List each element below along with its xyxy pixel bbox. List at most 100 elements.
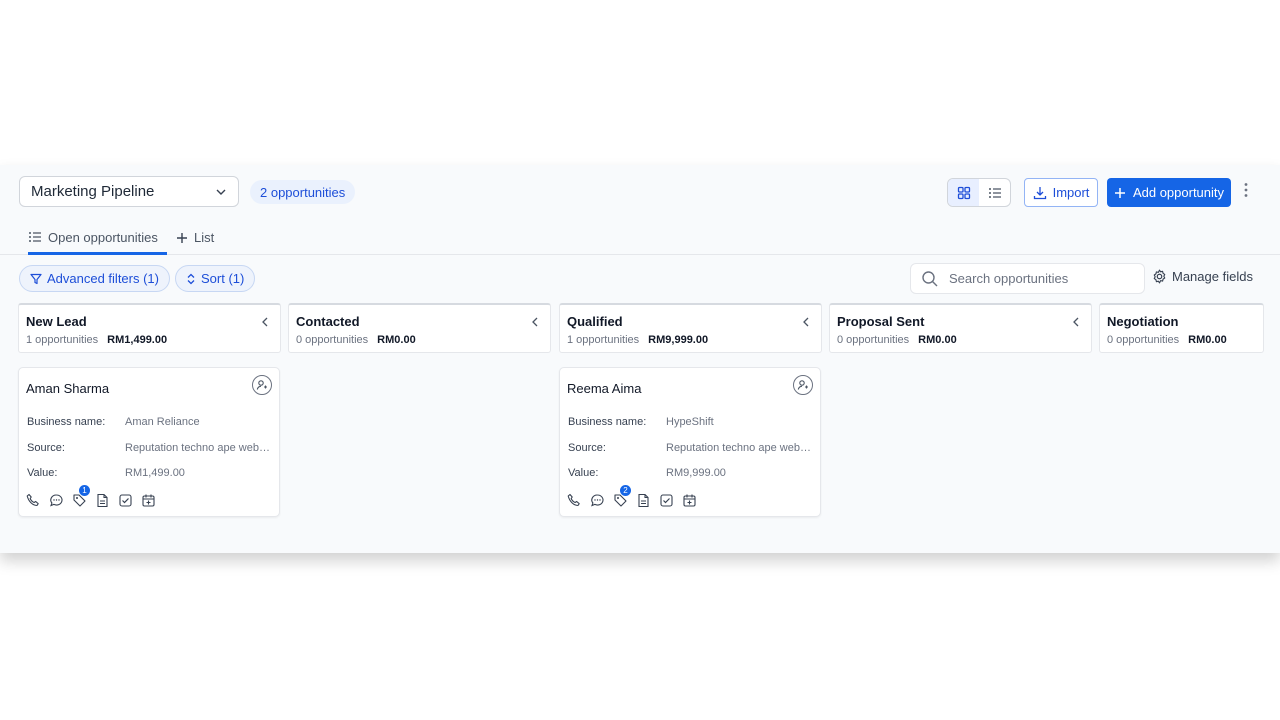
tab-label: Open opportunities [48,230,158,245]
field-label: Value: [568,467,599,479]
field-value: RM9,999.00 [666,467,726,479]
field-value: Reputation techno ape website [125,442,273,454]
import-button[interactable]: Import [1024,178,1098,207]
field-label: Source: [568,442,606,454]
opportunity-card[interactable]: Reema Aima Business name: HypeShift Sourc… [559,367,821,517]
column-count: 1 opportunities [567,334,640,346]
task-icon[interactable] [659,493,674,508]
business-row: Business name: Aman Reliance [27,416,273,428]
column-header-contacted: Contacted 0 opportunities RM0.00 [288,303,551,353]
field-label: Business name: [568,416,647,428]
sort-button[interactable]: Sort (1) [175,265,256,292]
tag-icon[interactable]: 2 [613,485,631,508]
column-value: RM0.00 [1188,334,1227,346]
advanced-filters-button[interactable]: Advanced filters (1) [19,265,170,292]
column-header-negotiation: Negotiation 0 opportunities RM0.00 [1099,303,1264,353]
column-header-proposal-sent: Proposal Sent 0 opportunities RM0.00 [829,303,1092,353]
search-input[interactable] [949,271,1129,286]
card-actions: 1 [26,485,156,508]
field-label: Business name: [27,416,106,428]
tab-bar: Open opportunities List [0,225,1280,255]
board-view-button[interactable] [948,179,979,206]
chat-icon[interactable] [49,493,64,508]
tag-count-badge: 1 [79,485,90,496]
add-opportunity-label: Add opportunity [1132,185,1225,200]
tag-icon[interactable]: 1 [72,485,90,508]
list-icon [29,232,41,242]
column-count: 0 opportunities [1107,334,1180,346]
opportunity-card[interactable]: Aman Sharma Business name: Aman Reliance … [18,367,280,517]
column-value: RM9,999.00 [648,334,709,346]
pipeline-board: Marketing Pipeline 2 opportunities Impor… [0,165,1280,553]
grid-icon [957,186,970,199]
plus-icon [177,233,187,243]
column-value: RM1,499.00 [107,334,168,346]
manage-fields-button[interactable]: Manage fields [1152,269,1253,284]
download-icon [1033,186,1046,199]
top-bar: Marketing Pipeline 2 opportunities Impor… [0,165,1280,225]
business-row: Business name: HypeShift [568,416,814,428]
field-value: RM1,499.00 [125,467,185,479]
column-title: Qualified [567,314,623,329]
tag-count-badge: 2 [620,485,631,496]
tab-label: List [194,230,215,245]
list-icon [988,187,1001,198]
column-header-qualified: Qualified 1 opportunities RM9,999.00 [559,303,822,353]
pipeline-select-value: Marketing Pipeline [31,183,155,200]
search-box [910,263,1145,294]
tab-add-list[interactable]: List [176,230,214,255]
plus-icon [1114,187,1125,198]
view-toggle [947,178,1011,207]
chevron-down-icon [214,185,228,199]
gear-icon [1153,269,1166,284]
column-count: 1 opportunities [26,334,99,346]
chevron-left-icon[interactable] [801,316,811,328]
search-icon [922,270,938,286]
field-value: Reputation techno ape website [666,442,814,454]
value-row: Value: RM1,499.00 [27,467,273,479]
filter-icon [30,273,42,284]
add-opportunity-button[interactable]: Add opportunity [1107,178,1231,207]
phone-icon[interactable] [567,493,582,508]
advanced-filters-label: Advanced filters (1) [47,271,159,286]
manage-fields-label: Manage fields [1172,269,1253,284]
column-title: Proposal Sent [837,314,925,329]
document-icon[interactable] [95,493,110,508]
chevron-left-icon[interactable] [530,316,540,328]
list-view-button[interactable] [979,179,1010,206]
sort-icon [187,273,195,284]
calendar-icon[interactable] [682,493,697,508]
column-header-new-lead: New Lead 1 opportunities RM1,499.00 [18,303,281,353]
pipeline-select[interactable]: Marketing Pipeline [19,176,239,207]
column-title: Contacted [296,314,360,329]
opportunity-count-badge: 2 opportunities [250,180,356,204]
field-value: Aman Reliance [125,416,200,428]
field-value: HypeShift [666,416,714,428]
phone-icon[interactable] [26,493,41,508]
column-title: Negotiation [1107,314,1179,329]
column-count: 0 opportunities [296,334,369,346]
contact-name: Aman Sharma [26,381,110,396]
contact-name: Reema Aima [567,381,642,396]
document-icon[interactable] [636,493,651,508]
import-label: Import [1052,185,1090,200]
more-options-icon[interactable] [1240,182,1252,202]
source-row: Source: Reputation techno ape website [27,442,273,454]
assign-user-icon[interactable] [793,375,813,395]
chevron-left-icon[interactable] [260,316,270,328]
chevron-left-icon[interactable] [1071,316,1081,328]
assign-user-icon[interactable] [252,375,272,395]
column-value: RM0.00 [918,334,957,346]
field-label: Source: [27,442,65,454]
field-label: Value: [27,467,58,479]
card-actions: 2 [567,485,697,508]
source-row: Source: Reputation techno ape website [568,442,814,454]
tab-open-opportunities[interactable]: Open opportunities [28,230,167,255]
column-count: 0 opportunities [837,334,910,346]
calendar-icon[interactable] [141,493,156,508]
task-icon[interactable] [118,493,133,508]
chat-icon[interactable] [590,493,605,508]
column-value: RM0.00 [377,334,416,346]
sort-label: Sort (1) [201,271,245,286]
value-row: Value: RM9,999.00 [568,467,814,479]
